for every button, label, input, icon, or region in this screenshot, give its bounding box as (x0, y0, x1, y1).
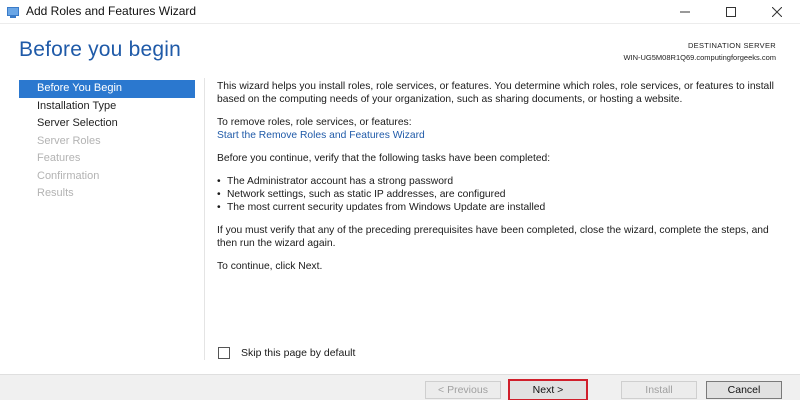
prereq-text: If you must verify that any of the prece… (217, 225, 769, 249)
skip-option[interactable]: Skip this page by default (218, 347, 355, 359)
footer-bar: < Previous Next > Install Cancel (0, 374, 800, 400)
server-manager-icon (7, 7, 19, 18)
verify-text: Before you continue, verify that the fol… (217, 153, 551, 164)
minimize-icon (680, 11, 690, 13)
close-button[interactable] (754, 0, 800, 24)
nav-item-results: Results (37, 187, 74, 199)
continue-text: To continue, click Next. (217, 261, 323, 272)
skip-checkbox[interactable] (218, 347, 230, 359)
maximize-button[interactable] (708, 0, 754, 24)
list-item: Network settings, such as static IP addr… (217, 188, 777, 201)
list-item: The most current security updates from W… (217, 201, 777, 214)
nav-item-confirmation: Confirmation (37, 169, 100, 182)
nav-divider (204, 78, 205, 360)
nav-item-installation-type[interactable]: Installation Type (19, 98, 195, 116)
nav-item-server-roles: Server Roles (37, 134, 101, 147)
intro-text: This wizard helps you install roles, rol… (217, 81, 774, 105)
nav-item-server-selection[interactable]: Server Selection (19, 115, 195, 133)
cancel-button[interactable]: Cancel (706, 381, 782, 399)
page-title: Before you begin (19, 38, 181, 61)
destination-label: DESTINATION SERVER (687, 41, 776, 50)
remove-text: To remove roles, role services, or featu… (217, 117, 412, 128)
remove-roles-link[interactable]: Start the Remove Roles and Features Wiza… (217, 130, 425, 141)
nav-item-before-you-begin[interactable]: Before You Begin (19, 80, 195, 98)
nav-item-features: Features (37, 152, 81, 164)
previous-button[interactable]: < Previous (425, 381, 501, 399)
wizard-nav: Before You Begin Installation Type Serve… (19, 80, 195, 203)
prerequisites-list: The Administrator account has a strong p… (217, 175, 777, 214)
maximize-icon (726, 7, 736, 17)
next-button[interactable]: Next > (508, 379, 588, 400)
minimize-button[interactable] (662, 0, 708, 24)
wizard-content: This wizard helps you install roles, rol… (217, 80, 777, 283)
window-title: Add Roles and Features Wizard (26, 4, 197, 18)
destination-server-name: WIN-UG5M08R1Q69.computingforgeeks.com (623, 53, 776, 62)
install-button[interactable]: Install (621, 381, 697, 399)
close-icon (772, 7, 782, 17)
skip-label: Skip this page by default (241, 347, 356, 359)
title-bar: Add Roles and Features Wizard (0, 0, 800, 24)
list-item: The Administrator account has a strong p… (217, 175, 777, 188)
destination-server-info: DESTINATION SERVER WIN-UG5M08R1Q69.compu… (623, 40, 776, 64)
